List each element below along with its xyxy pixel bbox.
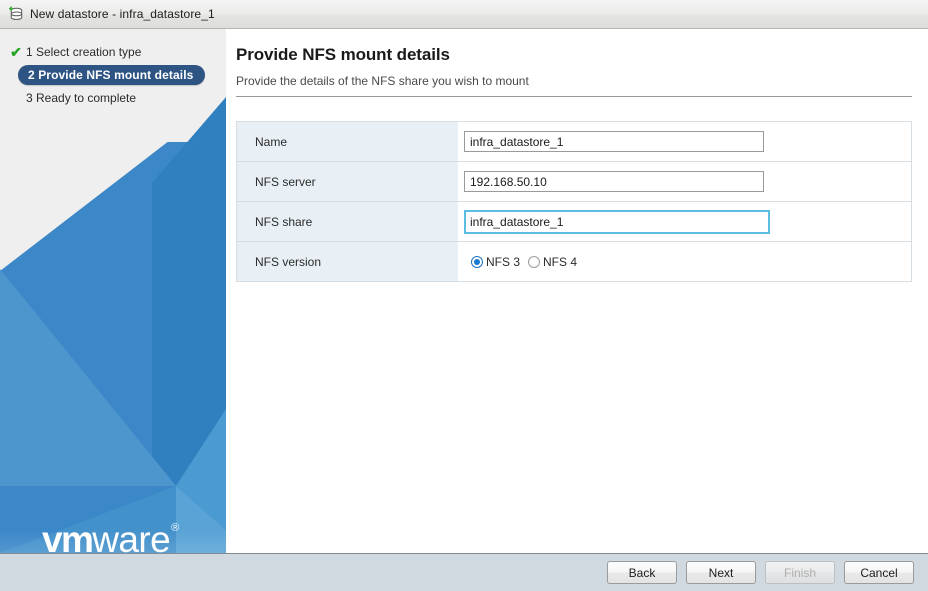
name-input[interactable] xyxy=(464,131,764,152)
nfs-mount-details-form: Name NFS server NFS share NFS version xyxy=(236,121,912,282)
sidebar-step-select-creation-type[interactable]: ✔ 1 Select creation type xyxy=(0,40,226,63)
step-label: 1 Select creation type xyxy=(26,44,142,59)
form-value-nfs-share xyxy=(458,202,911,241)
sidebar-step-ready-to-complete[interactable]: 3 Ready to complete xyxy=(0,86,226,109)
form-value-nfs-version: NFS 3 NFS 4 xyxy=(458,242,911,281)
wizard-main-panel: Provide NFS mount details Provide the de… xyxy=(226,29,928,553)
form-row-nfs-share: NFS share xyxy=(237,202,911,242)
radio-unselected-icon xyxy=(528,255,541,268)
form-label-nfs-share: NFS share xyxy=(237,202,458,241)
nfs-version-radio-group: NFS 3 NFS 4 xyxy=(464,255,585,269)
form-row-nfs-version: NFS version NFS 3 NFS 4 xyxy=(237,242,911,282)
nfs-server-input[interactable] xyxy=(464,171,764,192)
step-active-pill: 2 Provide NFS mount details xyxy=(18,64,206,85)
step-label: 2 Provide NFS mount details xyxy=(28,67,194,82)
new-datastore-wizard-window: New datastore - infra_datastore_1 ✔ 1 Se… xyxy=(0,0,928,591)
back-button[interactable]: Back xyxy=(607,561,677,584)
window-title: New datastore - infra_datastore_1 xyxy=(30,7,215,21)
radio-selected-icon xyxy=(471,255,483,268)
form-row-name: Name xyxy=(237,122,911,162)
form-value-name xyxy=(458,122,911,161)
finish-button: Finish xyxy=(765,561,835,584)
page-subtitle: Provide the details of the NFS share you… xyxy=(236,74,529,88)
vmware-logo-vm: vm xyxy=(42,519,94,553)
window-titlebar: New datastore - infra_datastore_1 xyxy=(0,0,928,29)
vmware-logo-ware: ware xyxy=(92,519,171,553)
nfs-version-option-nfs4[interactable]: NFS 4 xyxy=(528,255,577,269)
cancel-button[interactable]: Cancel xyxy=(844,561,914,584)
sidebar-step-provide-nfs-mount-details[interactable]: 2 Provide NFS mount details xyxy=(0,63,226,86)
vmware-logo: vm ware ® xyxy=(42,521,179,553)
nfs-share-input[interactable] xyxy=(464,209,770,234)
radio-label: NFS 3 xyxy=(486,254,521,269)
form-row-nfs-server: NFS server xyxy=(237,162,911,202)
new-datastore-icon xyxy=(8,6,24,22)
page-title: Provide NFS mount details xyxy=(236,45,450,64)
nfs-version-option-nfs3[interactable]: NFS 3 xyxy=(471,255,520,269)
radio-label: NFS 4 xyxy=(543,254,578,269)
header-divider xyxy=(236,96,912,97)
form-value-nfs-server xyxy=(458,162,911,201)
form-label-nfs-version: NFS version xyxy=(237,242,458,281)
step-complete-check-icon: ✔ xyxy=(10,43,22,60)
next-button[interactable]: Next xyxy=(686,561,756,584)
wizard-sidebar: ✔ 1 Select creation type 2 Provide NFS m… xyxy=(0,29,226,553)
vmware-logo-registered-mark: ® xyxy=(171,522,180,534)
wizard-step-list: ✔ 1 Select creation type 2 Provide NFS m… xyxy=(0,40,226,109)
form-label-nfs-server: NFS server xyxy=(237,162,458,201)
wizard-footer: Back Next Finish Cancel xyxy=(0,553,928,591)
step-label: 3 Ready to complete xyxy=(26,90,137,105)
form-label-name: Name xyxy=(237,122,458,161)
